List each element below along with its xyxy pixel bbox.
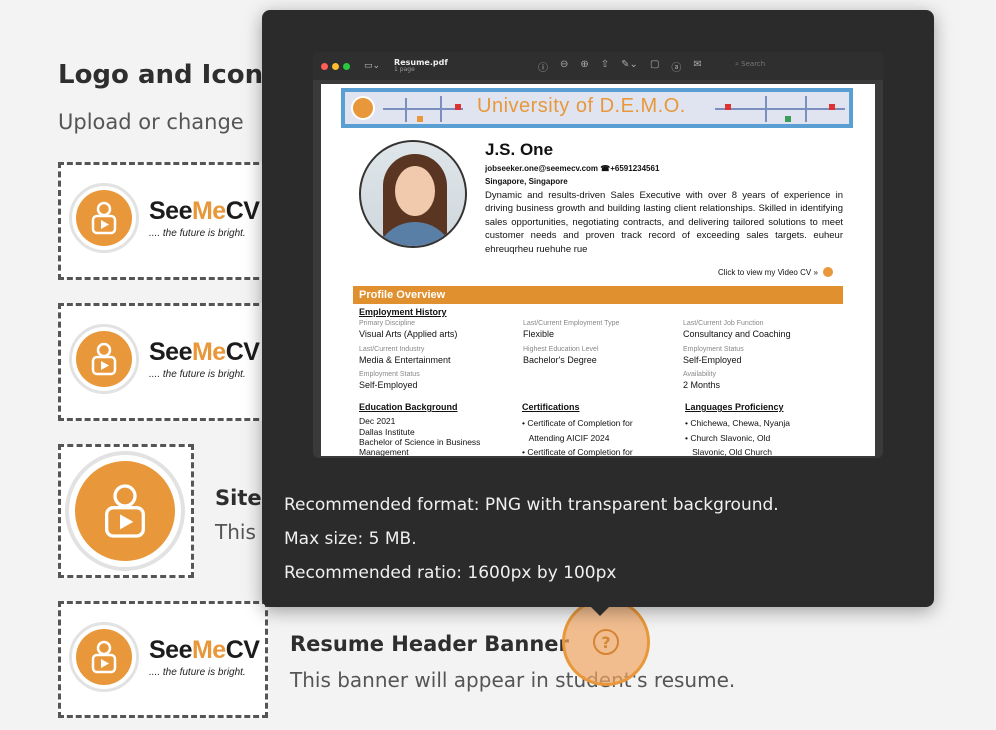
rotate-icon[interactable]: ▢	[650, 59, 659, 74]
field-label: Last/Current Industry	[359, 346, 425, 353]
brand-tagline: .... the future is bright.	[149, 228, 246, 239]
profile-photo	[359, 140, 467, 248]
certification-line: • Certificate of Completion for	[522, 447, 633, 456]
site-icon-title: Site	[215, 486, 262, 510]
field-label: Employment Status	[359, 371, 420, 378]
certification-line: Attending AICIF 2024	[522, 433, 610, 443]
page-subtitle: Upload or change	[58, 110, 244, 134]
resume-page: University of D.E.M.O. J.S. One jobseeke…	[321, 84, 875, 456]
info-icon[interactable]: ⓘ	[538, 59, 548, 74]
resume-summary: Dynamic and results-driven Sales Executi…	[485, 190, 843, 255]
ratio-requirement: Recommended ratio: 1600px by 100px	[284, 563, 617, 583]
page-count: 1 page	[394, 66, 415, 73]
field-label: Last/Current Employment Type	[523, 320, 620, 327]
site-icon	[65, 451, 185, 571]
languages-heading: Languages Proficiency	[685, 402, 784, 412]
language-line: Slavonic, Old Church	[685, 447, 772, 456]
employment-history-heading: Employment History	[359, 307, 447, 317]
preview-toolbar: ▭⌄ Resume.pdf 1 page ⓘ ⊖ ⊕ ⇧ ✎⌄ ▢ ⓐ ✉ ⌕ …	[313, 52, 883, 80]
zoom-in-icon[interactable]: ⊕	[580, 59, 588, 74]
share-icon[interactable]: ⇧	[601, 59, 609, 74]
resume-name: J.S. One	[485, 140, 554, 159]
seemecv-logo-icon	[69, 622, 139, 692]
resume-header-banner: University of D.E.M.O.	[341, 88, 853, 128]
maximize-window-icon[interactable]	[343, 62, 350, 70]
resume-location: Singapore, Singapore	[485, 177, 568, 186]
annotate-icon[interactable]: ⓐ	[671, 59, 681, 74]
close-window-icon[interactable]	[321, 62, 328, 70]
field-label: Highest Education Level	[523, 346, 599, 353]
field-value: Visual Arts (Applied arts)	[359, 329, 458, 339]
profile-overview-heading: Profile Overview	[353, 286, 843, 304]
question-circle-icon: ?	[593, 629, 619, 655]
brand-name: SeeMeCV	[149, 636, 260, 664]
site-icon-upload-box[interactable]	[58, 444, 194, 578]
language-line: • Chichewa, Chewa, Nyanja	[685, 418, 791, 428]
field-value: Media & Entertainment	[359, 355, 451, 365]
resume-preview-window: ▭⌄ Resume.pdf 1 page ⓘ ⊖ ⊕ ⇧ ✎⌄ ▢ ⓐ ✉ ⌕ …	[313, 52, 883, 458]
markup-icon[interactable]: ✎⌄	[621, 59, 638, 74]
resume-banner-upload-box[interactable]: SeeMeCV .... the future is bright.	[58, 601, 268, 718]
size-requirement: Max size: 5 MB.	[284, 529, 417, 549]
field-value: Self-Employed	[683, 355, 742, 365]
minimize-window-icon[interactable]	[332, 62, 339, 70]
search-field[interactable]: ⌕ Search	[735, 60, 765, 69]
sidebar-toggle-icon[interactable]: ▭⌄	[364, 61, 380, 71]
video-cv-icon	[821, 266, 834, 278]
brand-name: SeeMeCV	[149, 338, 260, 366]
format-requirement: Recommended format: PNG with transparent…	[284, 495, 779, 515]
banner-title: University of D.E.M.O.	[477, 95, 686, 117]
field-value: 2 Months	[683, 380, 721, 390]
brand-tagline: .... the future is bright.	[149, 667, 246, 678]
seemecv-logo-icon	[69, 183, 139, 253]
resume-banner-title: Resume Header Banner	[290, 632, 569, 656]
field-value: Self-Employed	[359, 380, 418, 390]
brand-name: SeeMeCV	[149, 197, 260, 225]
logo-upload-box-1[interactable]: SeeMeCV .... the future is bright.	[58, 162, 268, 280]
language-line: • Church Slavonic, Old	[685, 433, 771, 443]
site-icon-desc: This	[215, 520, 256, 544]
field-value: Flexible	[523, 329, 555, 339]
field-value: Bachelor's Degree	[523, 355, 597, 365]
video-cv-link[interactable]: Click to view my Video CV »	[718, 266, 834, 278]
field-label: Primary Discipline	[359, 320, 416, 327]
logo-upload-box-2[interactable]: SeeMeCV .... the future is bright.	[58, 303, 268, 421]
certification-line: • Certificate of Completion for	[522, 418, 633, 428]
page-title: Logo and Icon	[58, 60, 264, 90]
education-heading: Education Background	[359, 402, 458, 412]
field-label: Employment Status	[683, 346, 744, 353]
field-value: Consultancy and Coaching	[683, 329, 791, 339]
banner-logo-icon	[351, 96, 375, 120]
field-label: Last/Current Job Function	[683, 320, 764, 327]
zoom-out-icon[interactable]: ⊖	[560, 59, 568, 74]
mail-icon[interactable]: ✉	[693, 59, 701, 74]
resume-contact: jobseeker.one@seemecv.com ☎+6591234561	[485, 164, 660, 173]
popover-arrow	[590, 606, 610, 616]
seemecv-logo-icon	[69, 324, 139, 394]
field-label: Availability	[683, 371, 716, 378]
resume-banner-desc: This banner will appear in student's res…	[290, 668, 736, 692]
certifications-heading: Certifications	[522, 402, 580, 412]
education-line: Management	[359, 447, 409, 456]
help-popover: ▭⌄ Resume.pdf 1 page ⓘ ⊖ ⊕ ⇧ ✎⌄ ▢ ⓐ ✉ ⌕ …	[262, 10, 934, 607]
brand-tagline: .... the future is bright.	[149, 369, 246, 380]
